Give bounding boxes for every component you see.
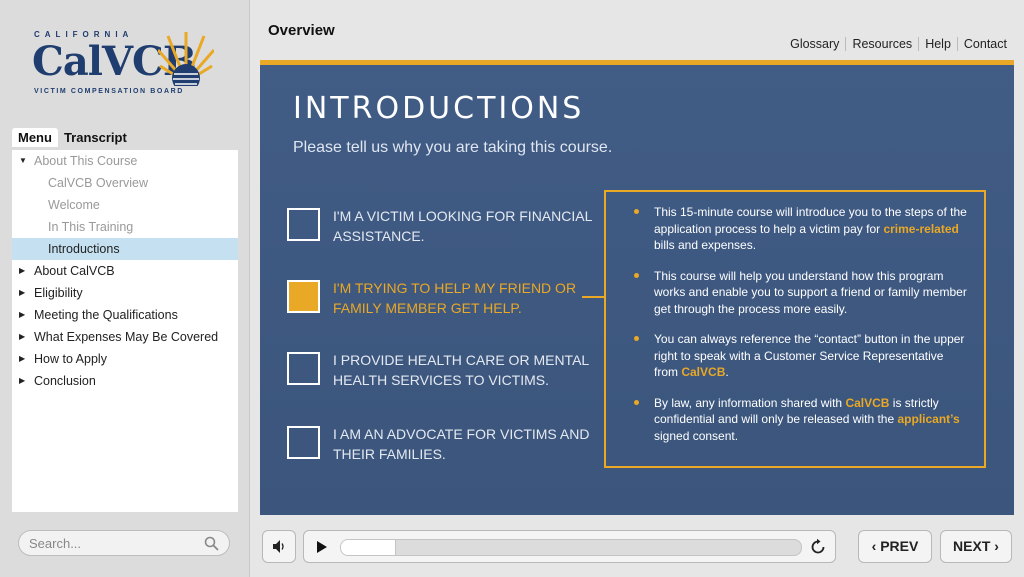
caret-right-icon: ▶: [19, 354, 26, 363]
logo-sub-text: VICTIM COMPENSATION BOARD: [34, 88, 184, 95]
menu-item-how-to-apply[interactable]: ▶ How to Apply: [12, 348, 238, 370]
prev-button[interactable]: ‹ PREV: [858, 530, 932, 563]
player-bar: ‹ PREV NEXT ›: [260, 527, 1014, 567]
play-icon[interactable]: [316, 540, 328, 554]
caret-right-icon: ▶: [19, 310, 26, 319]
playback-track: [303, 530, 836, 563]
glossary-link[interactable]: Glossary: [784, 37, 847, 51]
bullet-dot: [634, 209, 639, 214]
menu-item-eligibility[interactable]: ▶ Eligibility: [12, 282, 238, 304]
menu-item-meeting-qualifications[interactable]: ▶ Meeting the Qualifications: [12, 304, 238, 326]
top-links: Glossary Resources Help Contact: [784, 37, 1007, 51]
slide-subtitle: Please tell us why you are taking this c…: [293, 139, 613, 156]
menu-item-in-this-training[interactable]: In This Training: [12, 216, 238, 238]
bullet-dot: [634, 272, 639, 278]
info-bullet: This course will help you understand how…: [626, 268, 970, 318]
search-box: [18, 530, 230, 556]
tab-menu[interactable]: Menu: [12, 128, 58, 147]
info-box: This 15-minute course will introduce you…: [604, 190, 986, 468]
option-label: I'm trying to help my friend or family m…: [333, 280, 577, 316]
checkbox[interactable]: [287, 208, 320, 241]
menu-item-about-this-course[interactable]: ▼ About This Course: [12, 150, 238, 172]
chevron-left-icon: ‹: [871, 538, 881, 554]
replay-icon[interactable]: [809, 538, 827, 556]
option-label: I am an advocate for victims and their f…: [333, 426, 590, 462]
progress-fill: [341, 540, 397, 555]
search-input[interactable]: [19, 531, 189, 555]
resources-link[interactable]: Resources: [846, 37, 920, 51]
bullet-dot: [634, 336, 639, 341]
progress-bar[interactable]: [340, 539, 802, 556]
sunburst-icon: [158, 32, 214, 86]
caret-right-icon: ▶: [19, 332, 26, 341]
menu-item-expenses-covered[interactable]: ▶ What Expenses May Be Covered: [12, 326, 238, 348]
tab-transcript[interactable]: Transcript: [58, 128, 133, 147]
option-label: I provide health care or mental health s…: [333, 352, 589, 388]
next-button[interactable]: NEXT ›: [940, 530, 1012, 563]
info-bullet: This 15-minute course will introduce you…: [626, 204, 970, 254]
menu-item-about-calvcb[interactable]: ▶ About CalVCB: [12, 260, 238, 282]
menu-item-welcome[interactable]: Welcome: [12, 194, 238, 216]
volume-button[interactable]: [262, 530, 296, 563]
menu-item-introductions[interactable]: Introductions: [12, 238, 238, 260]
checkbox-checked[interactable]: [287, 280, 320, 313]
search-icon[interactable]: [204, 536, 219, 551]
menu-item-conclusion[interactable]: ▶ Conclusion: [12, 370, 238, 392]
help-link[interactable]: Help: [919, 37, 958, 51]
option-label: I'm a victim looking for financial assis…: [333, 208, 592, 244]
checkbox[interactable]: [287, 352, 320, 385]
caret-right-icon: ▶: [19, 266, 26, 275]
info-bullet: You can always reference the “contact” b…: [626, 331, 970, 381]
speaker-icon: [273, 540, 284, 553]
calvcb-logo: CALIFORNIA CalVCB VICTIM COMPENSATION BO…: [30, 28, 220, 108]
menu-item-calvcb-overview[interactable]: CalVCB Overview: [12, 172, 238, 194]
connector-line: [582, 296, 604, 298]
slide-content: INTRODUCTIONS Please tell us why you are…: [260, 60, 1014, 515]
sidebar: CALIFORNIA CalVCB VICTIM COMPENSATION BO…: [0, 0, 250, 577]
caret-right-icon: ▶: [19, 288, 26, 297]
caret-right-icon: ▶: [19, 376, 26, 385]
bullet-dot: [634, 399, 639, 405]
checkbox[interactable]: [287, 426, 320, 459]
contact-link[interactable]: Contact: [958, 37, 1007, 51]
menu-list: ▼ About This Course CalVCB Overview Welco…: [12, 150, 238, 512]
chevron-right-icon: ›: [990, 538, 999, 554]
page-title: Overview: [268, 22, 335, 39]
sidebar-tabs: Menu Transcript: [12, 128, 133, 150]
info-bullet: By law, any information shared with CalV…: [626, 395, 970, 445]
slide-title: INTRODUCTIONS: [293, 91, 585, 126]
caret-down-icon: ▼: [19, 156, 27, 165]
